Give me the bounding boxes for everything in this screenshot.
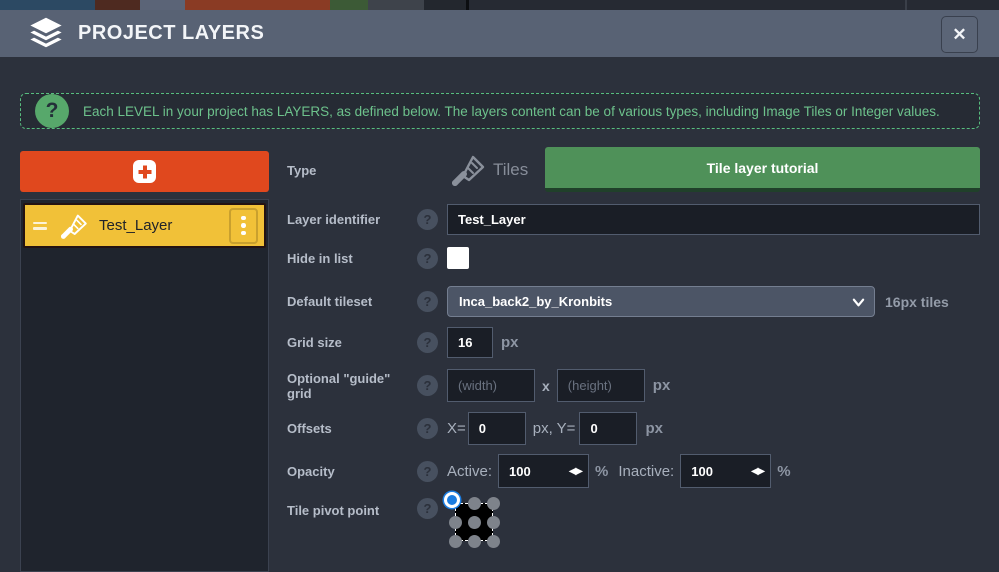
grid-size-unit: px — [501, 334, 519, 351]
row-hide-in-list: Hide in list ? — [287, 245, 980, 271]
guide-height-input[interactable] — [557, 369, 645, 402]
pivot-dot[interactable] — [449, 516, 462, 529]
app-strip-segment — [95, 0, 140, 10]
opacity-label: Opacity — [287, 464, 417, 479]
tile-layer-tutorial-button[interactable]: Tile layer tutorial — [545, 147, 980, 192]
opacity-inactive-label: Inactive: — [618, 463, 674, 480]
offsets-label: Offsets — [287, 421, 417, 436]
offset-x-input[interactable] — [468, 412, 526, 445]
tiles-type-icon — [447, 150, 487, 190]
opacity-active-label: Active: — [447, 463, 492, 480]
guide-grid-unit: px — [653, 377, 671, 394]
layer-identifier-label: Layer identifier — [287, 212, 417, 227]
opacity-inactive-unit: % — [777, 463, 790, 480]
row-layer-identifier: Layer identifier ? — [287, 204, 980, 235]
app-strip-segment — [140, 0, 185, 10]
default-tileset-label: Default tileset — [287, 294, 417, 309]
row-tile-pivot: Tile pivot point ? — [287, 495, 980, 555]
grid-size-label: Grid size — [287, 335, 417, 350]
plus-icon — [133, 160, 156, 183]
default-tileset-value: Inca_back2_by_Kronbits — [459, 294, 612, 309]
row-opacity: Opacity ? Active: 100 ◀▶ % Inactive: 100… — [287, 453, 980, 489]
row-guide-grid: Optional "guide" grid ? x px — [287, 368, 980, 403]
opacity-inactive-input[interactable]: 100 ◀▶ — [680, 454, 771, 488]
opacity-active-input[interactable]: 100 ◀▶ — [498, 454, 589, 488]
help-badge-icon[interactable]: ? — [417, 248, 438, 269]
offsets-unit: px — [645, 420, 663, 437]
add-layer-button[interactable] — [20, 151, 269, 192]
tile-pivot-widget — [447, 495, 503, 553]
pivot-dot[interactable] — [487, 516, 500, 529]
pivot-dot[interactable] — [468, 497, 481, 510]
app-strip-segment — [368, 0, 424, 10]
row-type: Type Tiles Tile layer tutorial — [287, 147, 980, 193]
type-value: Tiles — [493, 160, 528, 180]
info-banner-text: Each LEVEL in your project has LAYERS, a… — [83, 104, 940, 119]
default-tileset-select[interactable]: Inca_back2_by_Kronbits — [447, 286, 875, 317]
grid-size-input[interactable] — [447, 327, 493, 358]
help-badge-icon[interactable]: ? — [417, 498, 438, 519]
layer-name: Test_Layer — [99, 217, 229, 234]
tileset-size-label: 16px tiles — [885, 294, 949, 310]
help-badge-icon[interactable]: ? — [417, 209, 438, 230]
pivot-dot[interactable] — [468, 516, 481, 529]
hide-in-list-checkbox[interactable] — [447, 247, 469, 269]
help-badge-icon[interactable]: ? — [417, 291, 438, 312]
app-strip-segment — [330, 0, 368, 10]
help-icon: ? — [35, 94, 69, 128]
tile-pivot-label: Tile pivot point — [287, 503, 417, 518]
layers-icon — [24, 12, 68, 56]
pivot-dot[interactable] — [487, 535, 500, 548]
stepper-arrows-icon[interactable]: ◀▶ — [751, 466, 764, 477]
drag-handle-icon[interactable] — [33, 219, 47, 233]
offset-y-input[interactable] — [579, 412, 637, 445]
help-badge-icon[interactable]: ? — [417, 461, 438, 482]
app-strip-segment — [0, 0, 95, 10]
help-badge-icon[interactable]: ? — [417, 418, 438, 439]
background-app-strip — [0, 0, 999, 10]
app-strip-segment — [424, 0, 466, 10]
type-label: Type — [287, 163, 417, 178]
layer-context-menu-button[interactable] — [229, 208, 258, 244]
pivot-dot[interactable] — [487, 497, 500, 510]
app-strip-segment — [185, 0, 330, 10]
guide-grid-label: Optional "guide" grid — [287, 371, 417, 401]
chevron-down-icon — [852, 296, 865, 309]
close-button[interactable]: ✕ — [941, 16, 978, 53]
page-title: PROJECT LAYERS — [78, 22, 264, 45]
opacity-inactive-value: 100 — [691, 464, 751, 479]
opacity-active-value: 100 — [509, 464, 569, 479]
pivot-dot[interactable] — [468, 535, 481, 548]
tiles-layer-icon — [57, 210, 89, 242]
offset-x-prefix: X= — [447, 420, 466, 437]
info-banner: ? Each LEVEL in your project has LAYERS,… — [20, 93, 980, 129]
guide-width-input[interactable] — [447, 369, 535, 402]
pivot-dot-selected[interactable] — [444, 492, 460, 508]
layer-identifier-input[interactable] — [447, 204, 980, 235]
dialog-header: PROJECT LAYERS ✕ — [0, 10, 999, 57]
hide-in-list-label: Hide in list — [287, 251, 417, 266]
opacity-active-unit: % — [595, 463, 608, 480]
stepper-arrows-icon[interactable]: ◀▶ — [569, 466, 582, 477]
pivot-dot[interactable] — [449, 535, 462, 548]
help-badge-icon[interactable]: ? — [417, 332, 438, 353]
layer-list-item-test-layer[interactable]: Test_Layer — [23, 203, 266, 248]
app-strip-segment — [907, 0, 999, 10]
row-grid-size: Grid size ? px — [287, 327, 980, 358]
offset-mid-label: px, Y= — [533, 420, 576, 437]
row-offsets: Offsets ? X= px, Y= px — [287, 411, 980, 446]
layer-list: Test_Layer — [20, 199, 269, 572]
app-strip-segment — [469, 0, 905, 10]
guide-grid-separator: x — [542, 378, 550, 394]
row-default-tileset: Default tileset ? Inca_back2_by_Kronbits… — [287, 286, 980, 317]
help-badge-icon[interactable]: ? — [417, 375, 438, 396]
